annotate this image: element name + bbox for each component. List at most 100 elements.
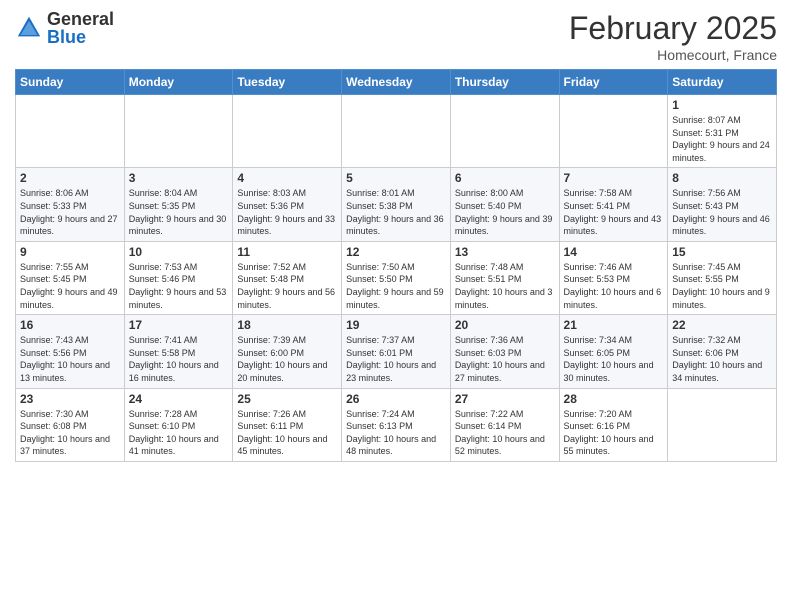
day-cell-9: 9 Sunrise: 7:55 AM Sunset: 5:45 PM Daylig…	[16, 241, 125, 314]
calendar-table: SundayMondayTuesdayWednesdayThursdayFrid…	[15, 69, 777, 462]
day-number-17: 17	[129, 318, 229, 332]
week-row-3: 9 Sunrise: 7:55 AM Sunset: 5:45 PM Daylig…	[16, 241, 777, 314]
empty-cell-0-5	[559, 95, 668, 168]
weekday-thursday: Thursday	[450, 70, 559, 95]
day-cell-4: 4Sunrise: 8:03 AM Sunset: 5:36 PM Daylig…	[233, 168, 342, 241]
day-number-6: 6	[455, 171, 555, 185]
day-number-11: 11	[237, 245, 337, 259]
day-cell-22: 22 Sunrise: 7:32 AM Sunset: 6:06 PM Dayli…	[668, 315, 777, 388]
day-info-24: Sunrise: 7:28 AM Sunset: 6:10 PM Dayligh…	[129, 408, 229, 458]
day-cell-27: 27 Sunrise: 7:22 AM Sunset: 6:14 PM Dayli…	[450, 388, 559, 461]
month-title: February 2025	[569, 10, 777, 47]
day-number-25: 25	[237, 392, 337, 406]
title-block: February 2025 Homecourt, France	[569, 10, 777, 63]
day-info-18: Sunrise: 7:39 AM Sunset: 6:00 PM Dayligh…	[237, 334, 337, 384]
day-cell-28: 28Sunrise: 7:20 AM Sunset: 6:16 PM Dayli…	[559, 388, 668, 461]
day-info-12: Sunrise: 7:50 AM Sunset: 5:50 PM Dayligh…	[346, 261, 446, 311]
day-number-10: 10	[129, 245, 229, 259]
day-cell-13: 13Sunrise: 7:48 AM Sunset: 5:51 PM Dayli…	[450, 241, 559, 314]
day-info-6: Sunrise: 8:00 AM Sunset: 5:40 PM Dayligh…	[455, 187, 555, 237]
empty-cell-0-1	[124, 95, 233, 168]
header: General Blue February 2025 Homecourt, Fr…	[15, 10, 777, 63]
logo: General Blue	[15, 10, 114, 46]
main-container: General Blue February 2025 Homecourt, Fr…	[0, 0, 792, 472]
day-cell-10: 10 Sunrise: 7:53 AM Sunset: 5:46 PM Dayli…	[124, 241, 233, 314]
day-info-10: Sunrise: 7:53 AM Sunset: 5:46 PM Dayligh…	[129, 261, 229, 311]
week-row-5: 23 Sunrise: 7:30 AM Sunset: 6:08 PM Dayli…	[16, 388, 777, 461]
day-cell-21: 21 Sunrise: 7:34 AM Sunset: 6:05 PM Dayli…	[559, 315, 668, 388]
day-number-20: 20	[455, 318, 555, 332]
day-info-27: Sunrise: 7:22 AM Sunset: 6:14 PM Dayligh…	[455, 408, 555, 458]
day-cell-14: 14 Sunrise: 7:46 AM Sunset: 5:53 PM Dayli…	[559, 241, 668, 314]
day-cell-2: 2 Sunrise: 8:06 AM Sunset: 5:33 PM Daylig…	[16, 168, 125, 241]
day-info-17: Sunrise: 7:41 AM Sunset: 5:58 PM Dayligh…	[129, 334, 229, 384]
week-row-2: 2 Sunrise: 8:06 AM Sunset: 5:33 PM Daylig…	[16, 168, 777, 241]
day-number-16: 16	[20, 318, 120, 332]
day-cell-8: 8Sunrise: 7:56 AM Sunset: 5:43 PM Daylig…	[668, 168, 777, 241]
weekday-sunday: Sunday	[16, 70, 125, 95]
day-number-9: 9	[20, 245, 120, 259]
day-info-9: Sunrise: 7:55 AM Sunset: 5:45 PM Dayligh…	[20, 261, 120, 311]
empty-cell-4-6	[668, 388, 777, 461]
day-cell-15: 15Sunrise: 7:45 AM Sunset: 5:55 PM Dayli…	[668, 241, 777, 314]
day-number-1: 1	[672, 98, 772, 112]
day-info-20: Sunrise: 7:36 AM Sunset: 6:03 PM Dayligh…	[455, 334, 555, 384]
day-number-24: 24	[129, 392, 229, 406]
day-cell-26: 26 Sunrise: 7:24 AM Sunset: 6:13 PM Dayli…	[342, 388, 451, 461]
day-cell-6: 6 Sunrise: 8:00 AM Sunset: 5:40 PM Daylig…	[450, 168, 559, 241]
empty-cell-0-4	[450, 95, 559, 168]
day-cell-24: 24 Sunrise: 7:28 AM Sunset: 6:10 PM Dayli…	[124, 388, 233, 461]
logo-text: General Blue	[47, 10, 114, 46]
day-cell-19: 19Sunrise: 7:37 AM Sunset: 6:01 PM Dayli…	[342, 315, 451, 388]
day-cell-18: 18 Sunrise: 7:39 AM Sunset: 6:00 PM Dayli…	[233, 315, 342, 388]
day-info-21: Sunrise: 7:34 AM Sunset: 6:05 PM Dayligh…	[564, 334, 664, 384]
day-number-2: 2	[20, 171, 120, 185]
empty-cell-0-0	[16, 95, 125, 168]
day-number-22: 22	[672, 318, 772, 332]
day-cell-11: 11 Sunrise: 7:52 AM Sunset: 5:48 PM Dayli…	[233, 241, 342, 314]
weekday-wednesday: Wednesday	[342, 70, 451, 95]
day-info-22: Sunrise: 7:32 AM Sunset: 6:06 PM Dayligh…	[672, 334, 772, 384]
day-info-7: Sunrise: 7:58 AM Sunset: 5:41 PM Dayligh…	[564, 187, 664, 237]
day-info-11: Sunrise: 7:52 AM Sunset: 5:48 PM Dayligh…	[237, 261, 337, 311]
day-info-14: Sunrise: 7:46 AM Sunset: 5:53 PM Dayligh…	[564, 261, 664, 311]
week-row-4: 16Sunrise: 7:43 AM Sunset: 5:56 PM Dayli…	[16, 315, 777, 388]
weekday-friday: Friday	[559, 70, 668, 95]
location: Homecourt, France	[569, 47, 777, 63]
day-cell-5: 5Sunrise: 8:01 AM Sunset: 5:38 PM Daylig…	[342, 168, 451, 241]
day-info-26: Sunrise: 7:24 AM Sunset: 6:13 PM Dayligh…	[346, 408, 446, 458]
day-number-27: 27	[455, 392, 555, 406]
day-info-19: Sunrise: 7:37 AM Sunset: 6:01 PM Dayligh…	[346, 334, 446, 384]
day-cell-1: 1 Sunrise: 8:07 AM Sunset: 5:31 PM Daylig…	[668, 95, 777, 168]
day-cell-23: 23 Sunrise: 7:30 AM Sunset: 6:08 PM Dayli…	[16, 388, 125, 461]
day-number-26: 26	[346, 392, 446, 406]
day-number-7: 7	[564, 171, 664, 185]
day-info-2: Sunrise: 8:06 AM Sunset: 5:33 PM Dayligh…	[20, 187, 120, 237]
weekday-header-row: SundayMondayTuesdayWednesdayThursdayFrid…	[16, 70, 777, 95]
day-cell-16: 16Sunrise: 7:43 AM Sunset: 5:56 PM Dayli…	[16, 315, 125, 388]
day-number-12: 12	[346, 245, 446, 259]
day-cell-3: 3 Sunrise: 8:04 AM Sunset: 5:35 PM Daylig…	[124, 168, 233, 241]
day-info-3: Sunrise: 8:04 AM Sunset: 5:35 PM Dayligh…	[129, 187, 229, 237]
day-number-21: 21	[564, 318, 664, 332]
day-cell-7: 7 Sunrise: 7:58 AM Sunset: 5:41 PM Daylig…	[559, 168, 668, 241]
weekday-monday: Monday	[124, 70, 233, 95]
day-number-13: 13	[455, 245, 555, 259]
day-number-15: 15	[672, 245, 772, 259]
logo-blue: Blue	[47, 28, 114, 46]
day-info-25: Sunrise: 7:26 AM Sunset: 6:11 PM Dayligh…	[237, 408, 337, 458]
day-info-23: Sunrise: 7:30 AM Sunset: 6:08 PM Dayligh…	[20, 408, 120, 458]
day-info-5: Sunrise: 8:01 AM Sunset: 5:38 PM Dayligh…	[346, 187, 446, 237]
day-number-23: 23	[20, 392, 120, 406]
empty-cell-0-2	[233, 95, 342, 168]
day-number-14: 14	[564, 245, 664, 259]
day-number-3: 3	[129, 171, 229, 185]
day-number-18: 18	[237, 318, 337, 332]
empty-cell-0-3	[342, 95, 451, 168]
day-number-8: 8	[672, 171, 772, 185]
day-cell-20: 20 Sunrise: 7:36 AM Sunset: 6:03 PM Dayli…	[450, 315, 559, 388]
day-cell-12: 12 Sunrise: 7:50 AM Sunset: 5:50 PM Dayli…	[342, 241, 451, 314]
day-info-1: Sunrise: 8:07 AM Sunset: 5:31 PM Dayligh…	[672, 114, 772, 164]
week-row-1: 1 Sunrise: 8:07 AM Sunset: 5:31 PM Daylig…	[16, 95, 777, 168]
day-number-4: 4	[237, 171, 337, 185]
